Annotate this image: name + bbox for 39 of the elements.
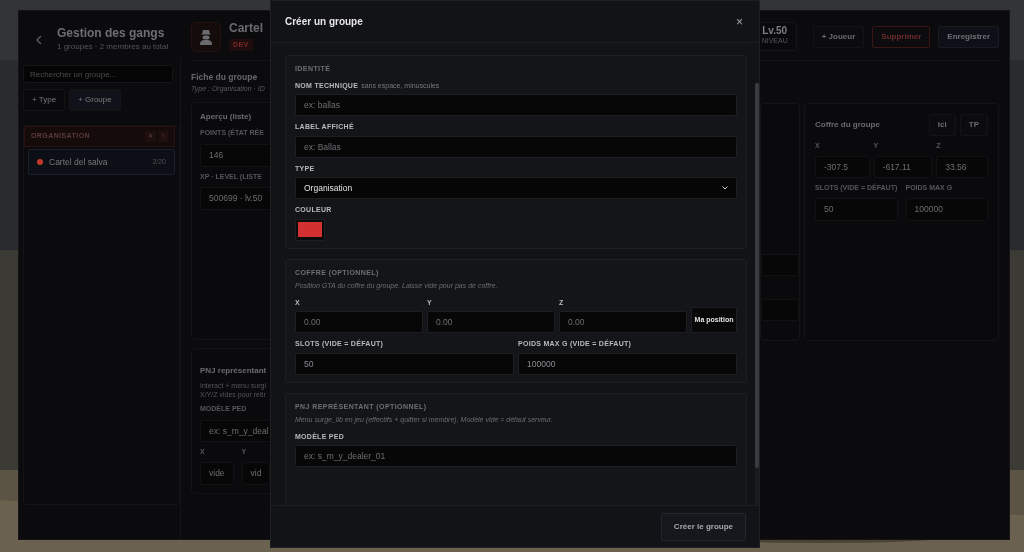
input-field[interactable]: 0.00 [427, 311, 555, 333]
app-subtitle: 1 groupes · 2 membres au total [57, 40, 169, 53]
card-button[interactable]: TP [959, 114, 988, 136]
card-title: Coffre du groupe [815, 119, 881, 131]
sidebar-button[interactable]: + Type [23, 89, 66, 111]
type-select[interactable]: Organisation [295, 177, 737, 199]
close-button[interactable]: × [734, 15, 745, 28]
sidebar-button[interactable]: + Groupe [69, 89, 121, 111]
card-title: Aperçu (liste) [200, 111, 253, 124]
input-field[interactable] [761, 299, 799, 321]
group-name: Cartel [229, 21, 263, 35]
input-field[interactable]: 100000 [905, 197, 988, 221]
back-icon[interactable] [35, 35, 43, 45]
add-player-button[interactable]: + Joueur [812, 25, 865, 48]
dialog-title: Créer un groupe [285, 15, 363, 29]
input-field[interactable]: 33.56 [936, 155, 988, 179]
input-field[interactable] [761, 254, 799, 276]
chevron-down-icon [722, 186, 728, 190]
create-button[interactable]: Créer le groupe [660, 512, 746, 541]
input-field[interactable]: 100000 [518, 352, 737, 375]
input-field[interactable]: 0.00 [295, 311, 423, 333]
save-button[interactable]: Enregistrer [938, 25, 999, 48]
input-field[interactable]: -307.5 [815, 155, 870, 179]
input-field[interactable]: ex: ballas [295, 94, 737, 116]
input-field[interactable]: ex: s_m_y_dealer_01 [295, 445, 737, 467]
input-field[interactable]: vid [241, 461, 271, 485]
app-title: Gestion des gangs [57, 27, 166, 41]
card-button[interactable]: Ici [928, 114, 956, 136]
input-field[interactable]: -617.11 [873, 155, 933, 179]
group-name: Cartel del salva [49, 155, 109, 169]
section-title: Fiche du groupe [191, 71, 259, 84]
card-title: PNJ représentant [200, 365, 268, 378]
input-field[interactable]: ex: Ballas [295, 135, 737, 158]
input-field[interactable]: 50 [815, 197, 898, 221]
input-field[interactable]: 0.00 [559, 311, 687, 333]
input-field[interactable]: vide [200, 461, 234, 485]
stat-value: Lv.50 [761, 26, 788, 37]
input-field[interactable]: 50 [295, 352, 514, 375]
hat-figure-icon [199, 28, 213, 45]
